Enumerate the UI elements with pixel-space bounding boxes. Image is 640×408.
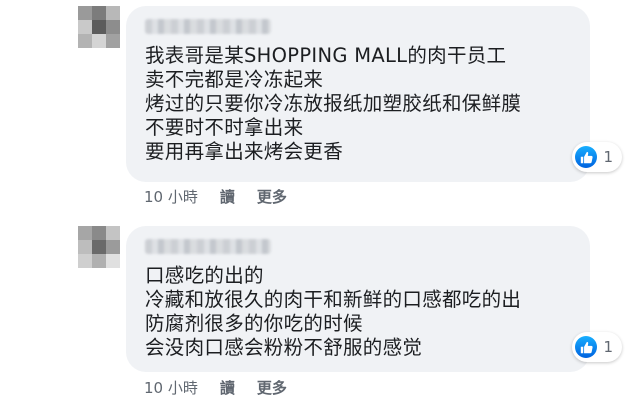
comment-text-line: 会没肉口感会粉粉不舒服的感觉 [145, 336, 423, 359]
comment-timestamp[interactable]: 10 小時 [144, 186, 198, 207]
comment-text-line: 卖不完都是冷冻起来 [145, 68, 324, 91]
comment-text-line: 冷藏和放很久的肉干和新鲜的口感都吃的出 [145, 288, 522, 311]
more-link[interactable]: 更多 [257, 186, 287, 207]
comment-text-line: 不要时不时拿出来 [145, 116, 304, 139]
comment-text-line: 要用再拿出来烤会更香 [145, 140, 344, 163]
comment-text-line: 我表哥是某SHOPPING MALL的肉干员工 [145, 44, 507, 67]
more-link[interactable]: 更多 [257, 377, 287, 398]
comment-text-line: 防腐剂很多的你吃的时候 [145, 312, 363, 335]
comment-bubble: 口感吃的出的 冷藏和放很久的肉干和新鲜的口感都吃的出 防腐剂很多的你吃的时候 会… [126, 226, 622, 372]
comment-text-line: 口感吃的出的 [145, 264, 264, 287]
thumbs-up-icon [575, 336, 598, 358]
comment-timestamp[interactable]: 10 小時 [144, 377, 198, 398]
comment-bubble: 我表哥是某SHOPPING MALL的肉干员工 卖不完都是冷冻起来 烤过的只要你… [126, 6, 622, 182]
avatar[interactable] [78, 226, 120, 268]
comment-text-line: 烤过的只要你冷冻放报纸加塑胶纸和保鲜膜 [145, 92, 522, 115]
commenter-name-blurred[interactable] [145, 19, 271, 34]
reply-link[interactable]: 讀 [220, 186, 235, 207]
reaction-count-badge[interactable]: 1 [572, 332, 622, 362]
thumbs-up-icon [575, 146, 598, 168]
comment-actions: 10 小時 讀 更多 [144, 186, 287, 207]
reaction-count: 1 [603, 148, 613, 166]
comment-actions: 10 小時 讀 更多 [144, 377, 287, 398]
reply-link[interactable]: 讀 [220, 377, 235, 398]
avatar[interactable] [78, 6, 120, 48]
reaction-count: 1 [603, 338, 613, 356]
commenter-name-blurred[interactable] [145, 239, 271, 254]
reaction-count-badge[interactable]: 1 [572, 142, 622, 172]
